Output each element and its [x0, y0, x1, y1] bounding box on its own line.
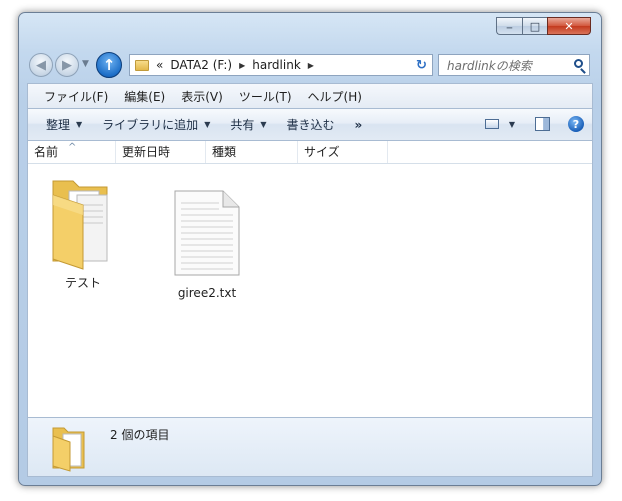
- recent-pages-button[interactable]: ▼: [82, 59, 89, 69]
- chevron-down-icon: ▼: [82, 59, 89, 69]
- preview-pane-icon[interactable]: [535, 117, 550, 131]
- file-item-label: giree2.txt: [177, 286, 237, 300]
- explorer-window: ─ □ ✕ ◀ ▶ ▼ ↑ « DATA2 (F:) ▶ hardlink ▶ …: [18, 12, 602, 486]
- view-icon[interactable]: [484, 119, 499, 129]
- up-button[interactable]: ↑: [96, 52, 122, 78]
- column-date-label: 更新日時: [122, 145, 171, 159]
- caption-buttons: ─ □ ✕: [496, 17, 591, 35]
- burn-label: 書き込む: [286, 118, 335, 132]
- command-bar: 整理 ▼ ライブラリに追加 ▼ 共有 ▼ 書き込む » ▼ ?: [27, 109, 593, 141]
- text-file-icon: [174, 190, 240, 276]
- back-arrow-icon: ◀: [36, 57, 46, 73]
- folder-icon: [52, 180, 108, 270]
- breadcrumb-hardlink[interactable]: hardlink: [252, 58, 301, 72]
- column-name[interactable]: 名前 ^: [28, 141, 116, 163]
- breadcrumb-drive[interactable]: DATA2 (F:): [170, 58, 232, 72]
- share-label: 共有: [230, 118, 255, 132]
- menu-tools[interactable]: ツール(T): [231, 88, 300, 105]
- file-item-folder[interactable]: テスト: [38, 175, 128, 291]
- forward-button[interactable]: ▶: [55, 53, 79, 77]
- menu-view[interactable]: 表示(V): [173, 88, 231, 105]
- up-arrow-icon: ↑: [102, 56, 116, 74]
- minimize-icon: ─: [506, 23, 513, 34]
- navigation-bar: ◀ ▶ ▼ ↑ « DATA2 (F:) ▶ hardlink ▶ ▼ ↻ ha…: [19, 49, 601, 79]
- burn-button[interactable]: 書き込む: [277, 116, 345, 133]
- column-name-label: 名前: [34, 145, 59, 159]
- column-type[interactable]: 種類: [206, 141, 298, 163]
- sort-ascending-icon: ^: [68, 142, 77, 153]
- chevron-down-icon: ▼: [204, 120, 211, 129]
- address-overflow[interactable]: «: [156, 58, 163, 72]
- folder-icon: [52, 427, 85, 472]
- maximize-icon: □: [529, 19, 541, 33]
- more-commands-label: »: [354, 117, 363, 132]
- chevron-down-icon: ▼: [76, 120, 83, 129]
- add-to-library-button[interactable]: ライブラリに追加 ▼: [92, 116, 220, 133]
- column-header: 名前 ^ 更新日時 種類 サイズ: [28, 141, 592, 164]
- column-size[interactable]: サイズ: [298, 141, 388, 163]
- menu-edit[interactable]: 編集(E): [116, 88, 173, 105]
- breadcrumb-separator-icon[interactable]: ▶: [308, 61, 314, 70]
- menu-file[interactable]: ファイル(F): [28, 88, 116, 105]
- close-icon: ✕: [564, 19, 574, 33]
- organize-label: 整理: [46, 118, 71, 132]
- view-controls: ▼ ?: [484, 109, 592, 139]
- chevron-down-icon: ▼: [260, 120, 267, 129]
- breadcrumb-separator-icon[interactable]: ▶: [239, 61, 245, 70]
- search-icon[interactable]: [574, 59, 583, 68]
- column-date[interactable]: 更新日時: [116, 141, 206, 163]
- search-input[interactable]: hardlinkの検索: [438, 54, 590, 76]
- help-icon[interactable]: ?: [568, 116, 584, 132]
- folder-icon: [135, 59, 149, 71]
- refresh-icon: ↻: [416, 57, 427, 73]
- back-button[interactable]: ◀: [29, 53, 53, 77]
- forward-arrow-icon: ▶: [62, 57, 72, 73]
- address-bar[interactable]: « DATA2 (F:) ▶ hardlink ▶ ▼: [129, 54, 429, 76]
- search-placeholder: hardlinkの検索: [447, 58, 532, 73]
- maximize-button[interactable]: □: [522, 17, 547, 35]
- organize-button[interactable]: 整理 ▼: [28, 116, 92, 133]
- refresh-button[interactable]: ↻: [411, 54, 433, 76]
- share-button[interactable]: 共有 ▼: [220, 116, 276, 133]
- view-dropdown-icon[interactable]: ▼: [509, 120, 515, 129]
- file-item-label: テスト: [64, 276, 101, 290]
- column-size-label: サイズ: [304, 145, 340, 159]
- more-commands-button[interactable]: »: [345, 118, 373, 132]
- file-list: 名前 ^ 更新日時 種類 サイズ テスト giree2.txt: [27, 141, 593, 417]
- close-button[interactable]: ✕: [547, 17, 591, 35]
- details-pane: 2 個の項目: [27, 417, 593, 477]
- menu-help[interactable]: ヘルプ(H): [300, 88, 370, 105]
- library-label: ライブラリに追加: [102, 118, 199, 132]
- column-type-label: 種類: [212, 145, 237, 159]
- minimize-button[interactable]: ─: [496, 17, 522, 35]
- menu-bar: ファイル(F) 編集(E) 表示(V) ツール(T) ヘルプ(H): [27, 83, 593, 109]
- item-count: 2 個の項目: [110, 428, 170, 442]
- file-item-text[interactable]: giree2.txt: [162, 189, 252, 300]
